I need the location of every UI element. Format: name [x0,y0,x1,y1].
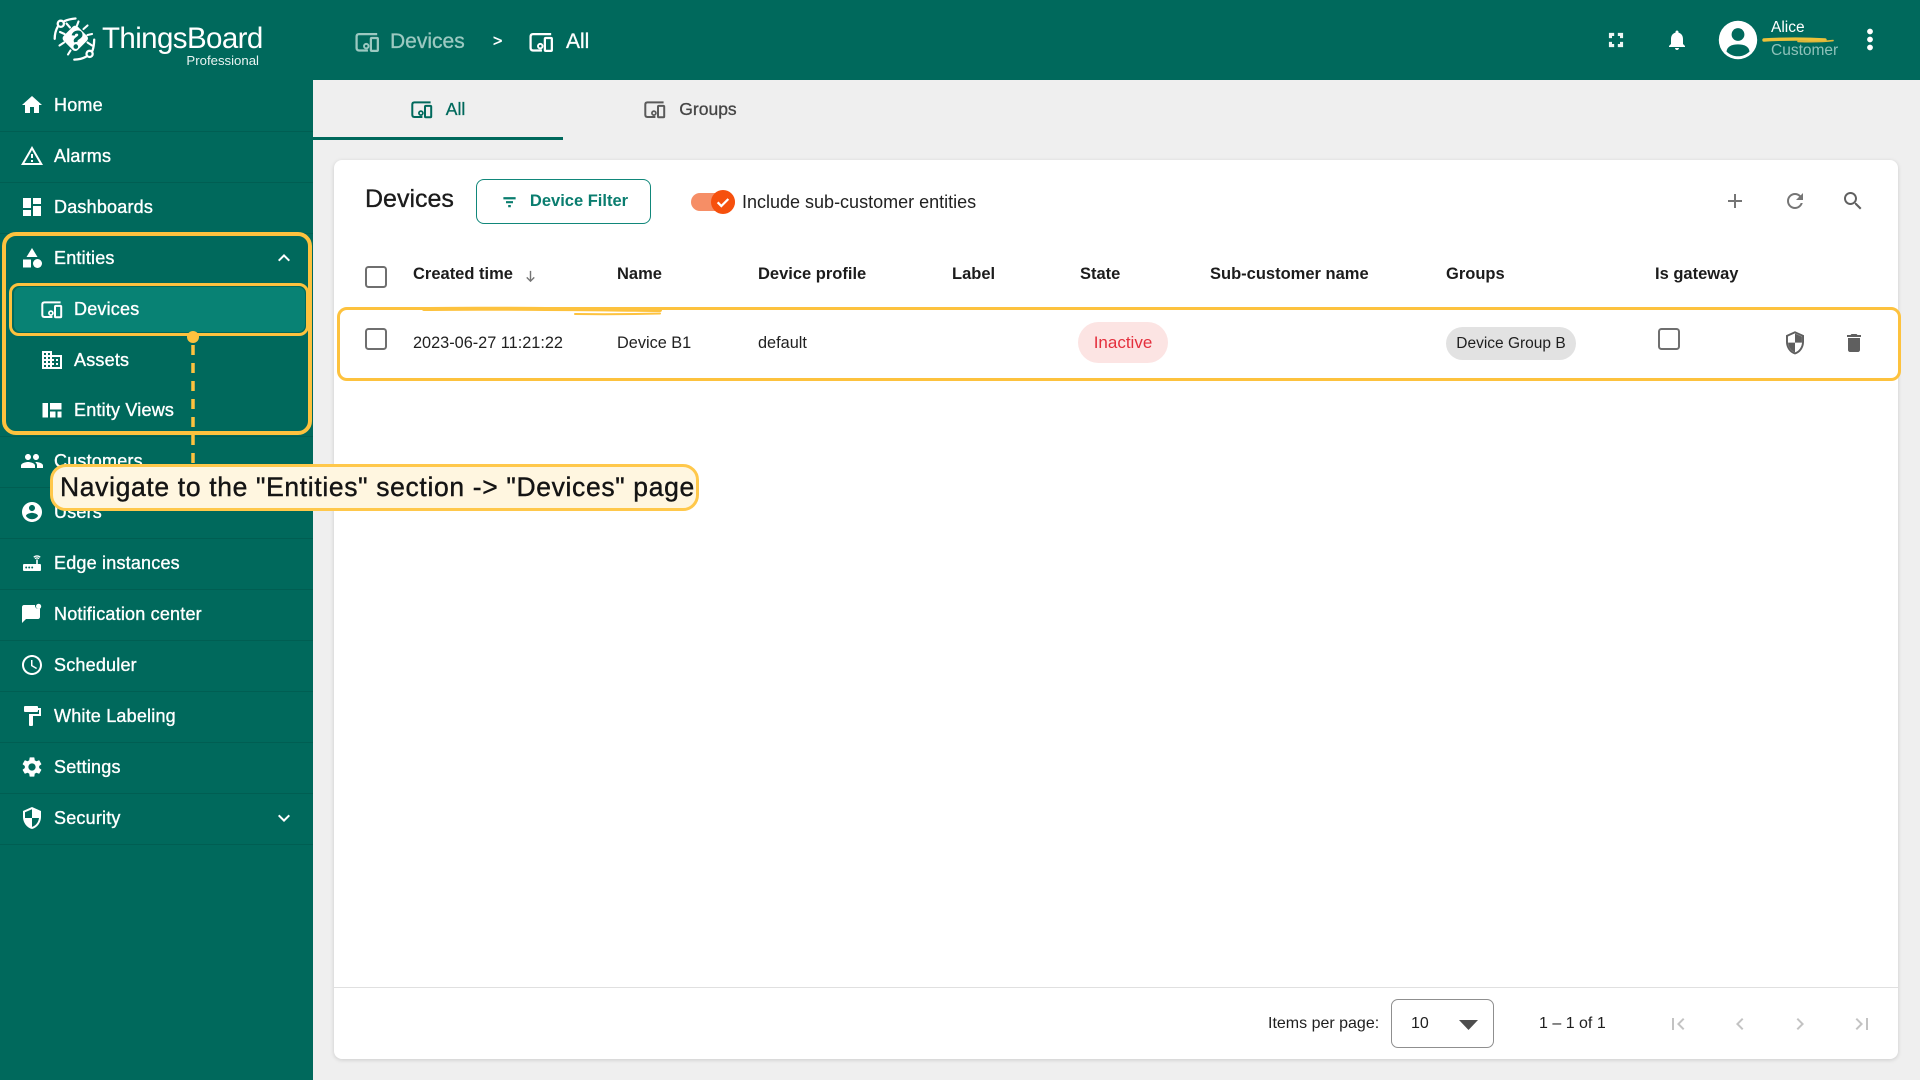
svg-text:ThingsBoard: ThingsBoard [102,22,263,55]
svg-text:Professional: Professional [186,53,259,68]
